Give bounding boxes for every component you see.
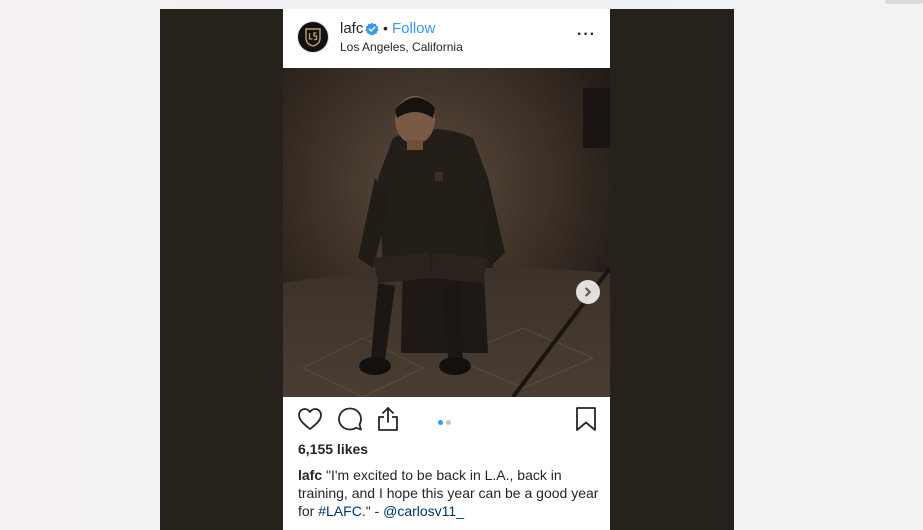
like-button[interactable] (296, 405, 324, 433)
comment-icon (338, 407, 362, 431)
carousel-next-button[interactable] (576, 280, 600, 304)
lafc-crest-icon (305, 28, 321, 47)
window-corner-control[interactable] (885, 0, 923, 4)
post-caption: lafc "I'm excited to be back in L.A., ba… (298, 466, 600, 520)
location-link[interactable]: Los Angeles, California (340, 40, 463, 54)
caption-text-end: ." - (361, 503, 384, 519)
username-link[interactable]: lafc (340, 20, 363, 37)
share-icon (378, 407, 398, 431)
heart-icon (298, 408, 322, 430)
follow-button[interactable]: Follow (392, 20, 435, 37)
share-button[interactable] (374, 405, 402, 433)
save-button[interactable] (572, 405, 600, 433)
comment-button[interactable] (336, 405, 364, 433)
more-options-button[interactable]: ··· (577, 27, 596, 43)
caption-username[interactable]: lafc (298, 467, 322, 483)
avatar[interactable] (298, 22, 328, 52)
separator-dot: • (383, 20, 388, 36)
verified-badge-icon (365, 22, 379, 36)
caption-mention[interactable]: @carlosv11_ (383, 503, 464, 519)
caption-hashtag[interactable]: #LAFC (318, 503, 362, 519)
carousel-dot-active (438, 420, 443, 425)
bookmark-icon (576, 407, 596, 431)
post-actions-bar (283, 397, 610, 441)
likes-count[interactable]: 6,155 likes (298, 441, 368, 457)
post-header: lafc • Follow Los Angeles, California ··… (283, 9, 610, 67)
post-photo[interactable] (283, 68, 610, 397)
player-photo-image (283, 68, 610, 397)
carousel-dot (446, 420, 451, 425)
carousel-indicator (438, 412, 454, 425)
chevron-right-icon (585, 287, 591, 297)
instagram-post-card: lafc • Follow Los Angeles, California ··… (283, 9, 610, 530)
